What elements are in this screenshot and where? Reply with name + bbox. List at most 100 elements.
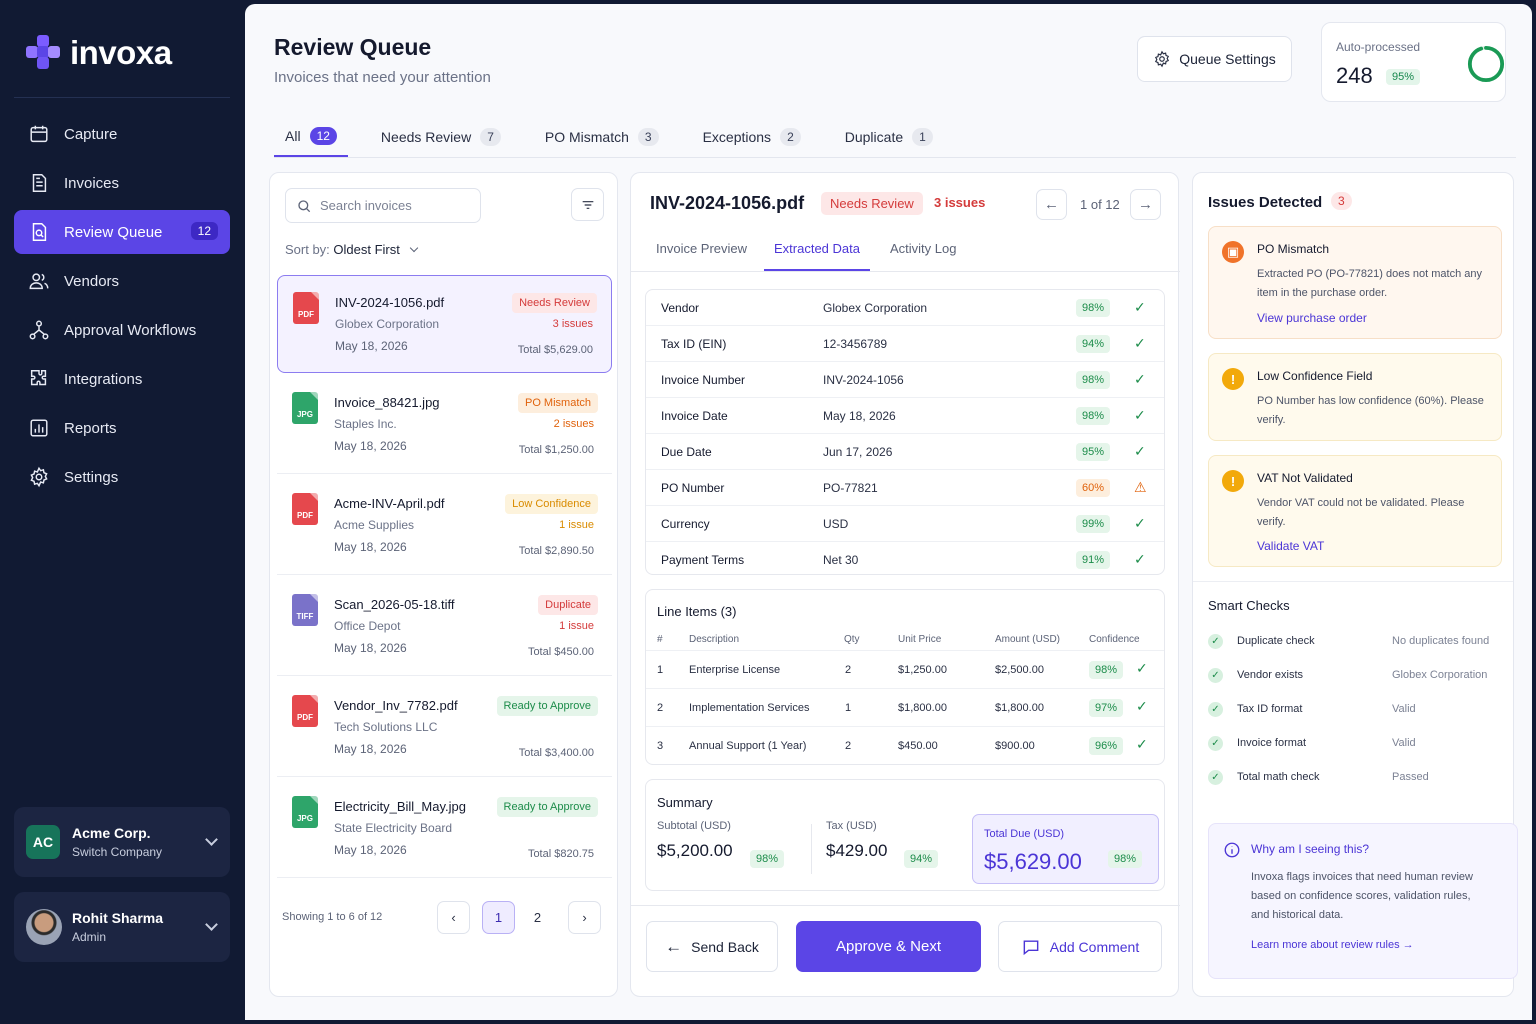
sidebar-item-capture[interactable]: Capture bbox=[14, 112, 230, 156]
check-value: Passed bbox=[1392, 771, 1429, 783]
divider bbox=[631, 905, 1180, 906]
next-page-button[interactable]: › bbox=[568, 901, 601, 934]
tab-all[interactable]: All 12 bbox=[274, 116, 348, 157]
learn-more-label: Learn more about review rules bbox=[1251, 939, 1400, 951]
learn-more-link[interactable]: Learn more about review rules → bbox=[1251, 939, 1414, 951]
tab-extracted-data[interactable]: Extracted Data bbox=[764, 241, 870, 271]
tab-invoice-preview[interactable]: Invoice Preview bbox=[656, 241, 747, 256]
sidebar-item-integrations[interactable]: Integrations bbox=[14, 357, 230, 401]
add-comment-button[interactable]: Add Comment bbox=[998, 921, 1162, 972]
chevron-left-icon: ‹ bbox=[451, 910, 456, 925]
brand-logo[interactable]: invoxa bbox=[26, 34, 172, 72]
check-icon: ✓ bbox=[1136, 736, 1148, 752]
file-name: INV-2024-1056.pdf bbox=[335, 295, 445, 310]
sort-dropdown[interactable]: Sort by: Oldest First bbox=[285, 242, 418, 257]
sidebar-item-reports[interactable]: Reports bbox=[14, 406, 230, 450]
sort-value: Oldest First bbox=[333, 242, 400, 257]
smart-check-row: ✓ Total math check Passed bbox=[1208, 768, 1503, 788]
list-item[interactable]: JPG Electricity_Bill_May.jpg State Elect… bbox=[277, 780, 612, 878]
previous-invoice-button[interactable]: ← bbox=[1036, 189, 1067, 220]
page-button-1[interactable]: 1 bbox=[482, 901, 515, 934]
list-item[interactable]: PDF Acme-INV-April.pdf Acme Supplies May… bbox=[277, 477, 612, 575]
list-item[interactable]: PDF Vendor_Inv_7782.pdf Tech Solutions L… bbox=[277, 679, 612, 777]
field-row[interactable]: Due Date Jun 17, 2026 95% ✓ bbox=[646, 434, 1164, 470]
field-value: Net 30 bbox=[823, 553, 859, 567]
invoice-list-panel: Sort by: Oldest First PDF INV-2024-1056.… bbox=[269, 172, 618, 997]
invoice-date: May 18, 2026 bbox=[334, 742, 407, 756]
queue-settings-label: Queue Settings bbox=[1179, 51, 1276, 67]
queue-settings-button[interactable]: Queue Settings bbox=[1137, 36, 1292, 82]
field-row[interactable]: PO Number PO-77821 60% ⚠ bbox=[646, 470, 1164, 506]
search-input[interactable] bbox=[320, 198, 470, 213]
check-circle-icon: ✓ bbox=[1208, 634, 1223, 649]
send-back-button[interactable]: ← Send Back bbox=[646, 921, 778, 972]
line-items-table: Line Items (3) # Description Qty Unit Pr… bbox=[645, 589, 1165, 765]
search-box[interactable] bbox=[285, 188, 481, 223]
tab-duplicate[interactable]: Duplicate 1 bbox=[834, 116, 944, 157]
status-badge: Low Confidence bbox=[505, 494, 598, 514]
tab-activity-log[interactable]: Activity Log bbox=[890, 241, 956, 256]
issues-panel: Issues Detected 3 ▣ PO Mismatch Extracte… bbox=[1192, 172, 1518, 997]
view-purchase-order-link[interactable]: View purchase order bbox=[1257, 311, 1367, 325]
field-row[interactable]: Payment Terms Net 30 91% ✓ bbox=[646, 542, 1164, 578]
company-switcher[interactable]: AC Acme Corp. Switch Company bbox=[14, 807, 230, 877]
divider bbox=[1193, 581, 1513, 582]
check-icon: ✓ bbox=[1134, 515, 1146, 531]
user-name: Rohit Sharma bbox=[72, 910, 164, 926]
check-icon: ✓ bbox=[1134, 335, 1146, 351]
issue-count: 3 issues bbox=[552, 318, 593, 330]
summary-title: Summary bbox=[657, 795, 713, 810]
detail-tabs: Invoice Preview Extracted Data Activity … bbox=[631, 231, 1180, 272]
prev-page-button[interactable]: ‹ bbox=[437, 901, 470, 934]
field-value: PO-77821 bbox=[823, 481, 878, 495]
field-row[interactable]: Invoice Number INV-2024-1056 98% ✓ bbox=[646, 362, 1164, 398]
confidence-badge: 94% bbox=[1076, 335, 1111, 353]
list-item[interactable]: JPG Invoice_88421.jpg Staples Inc. May 1… bbox=[277, 376, 612, 474]
field-row[interactable]: Invoice Date May 18, 2026 98% ✓ bbox=[646, 398, 1164, 434]
filter-button[interactable] bbox=[571, 188, 604, 221]
next-invoice-button[interactable]: → bbox=[1130, 189, 1161, 220]
sidebar-item-settings[interactable]: Settings bbox=[14, 455, 230, 499]
check-label: Tax ID format bbox=[1237, 703, 1303, 715]
issue-title: Low Confidence Field bbox=[1257, 369, 1373, 383]
table-row[interactable]: 1 Enterprise License 2 $1,250.00 $2,500.… bbox=[646, 650, 1164, 688]
tab-needs-review[interactable]: Needs Review 7 bbox=[370, 116, 512, 157]
confidence-badge: 91% bbox=[1076, 551, 1111, 569]
approve-next-button[interactable]: Approve & Next bbox=[796, 921, 981, 972]
company-info: Acme Corp. Switch Company bbox=[72, 825, 162, 859]
column-header: Qty bbox=[844, 634, 860, 645]
field-row[interactable]: Tax ID (EIN) 12-3456789 94% ✓ bbox=[646, 326, 1164, 362]
auto-processed-card: Auto-processed 248 95% bbox=[1321, 22, 1506, 102]
page-button-2[interactable]: 2 bbox=[521, 901, 554, 934]
field-label: Currency bbox=[661, 517, 710, 531]
check-circle-icon: ✓ bbox=[1208, 736, 1223, 751]
sidebar-item-approval-workflows[interactable]: Approval Workflows bbox=[14, 308, 230, 352]
field-row[interactable]: Vendor Globex Corporation 98% ✓ bbox=[646, 290, 1164, 326]
comment-icon bbox=[1023, 939, 1039, 955]
tab-po-mismatch[interactable]: PO Mismatch 3 bbox=[534, 116, 670, 157]
cell: 2 bbox=[845, 740, 852, 752]
issue-text: Extracted PO (PO-77821) does not match a… bbox=[1257, 268, 1483, 299]
sidebar-item-invoices[interactable]: Invoices bbox=[14, 161, 230, 205]
user-menu[interactable]: Rohit Sharma Admin bbox=[14, 892, 230, 962]
confidence-badge: 98% bbox=[1108, 850, 1143, 868]
vendor-name: Office Depot bbox=[334, 619, 401, 633]
cell: $1,800.00 bbox=[898, 702, 947, 714]
validate-vat-link[interactable]: Validate VAT bbox=[1257, 539, 1324, 553]
sidebar: invoxa Capture Invoices Review Queue 12 … bbox=[0, 0, 245, 1024]
sidebar-item-vendors[interactable]: Vendors bbox=[14, 259, 230, 303]
invoice-file-name: INV-2024-1056.pdf bbox=[650, 193, 805, 213]
list-item[interactable]: TIFF Scan_2026-05-18.tiff Office Depot M… bbox=[277, 578, 612, 676]
table-row[interactable]: 2 Implementation Services 1 $1,800.00 $1… bbox=[646, 688, 1164, 726]
cell: Implementation Services bbox=[689, 702, 810, 714]
workflow-icon bbox=[29, 320, 49, 340]
tab-exceptions[interactable]: Exceptions 2 bbox=[692, 116, 812, 157]
review-icon bbox=[32, 223, 47, 241]
sidebar-item-review-queue[interactable]: Review Queue 12 bbox=[14, 210, 230, 254]
field-value: INV-2024-1056 bbox=[823, 373, 904, 387]
table-row[interactable]: 3 Annual Support (1 Year) 2 $450.00 $900… bbox=[646, 726, 1164, 764]
divider bbox=[811, 824, 812, 874]
summary-card: Summary Subtotal (USD) $5,200.00 98% Tax… bbox=[645, 779, 1165, 891]
list-item[interactable]: PDF INV-2024-1056.pdf Globex Corporation… bbox=[277, 275, 612, 373]
field-row[interactable]: Currency USD 99% ✓ bbox=[646, 506, 1164, 542]
